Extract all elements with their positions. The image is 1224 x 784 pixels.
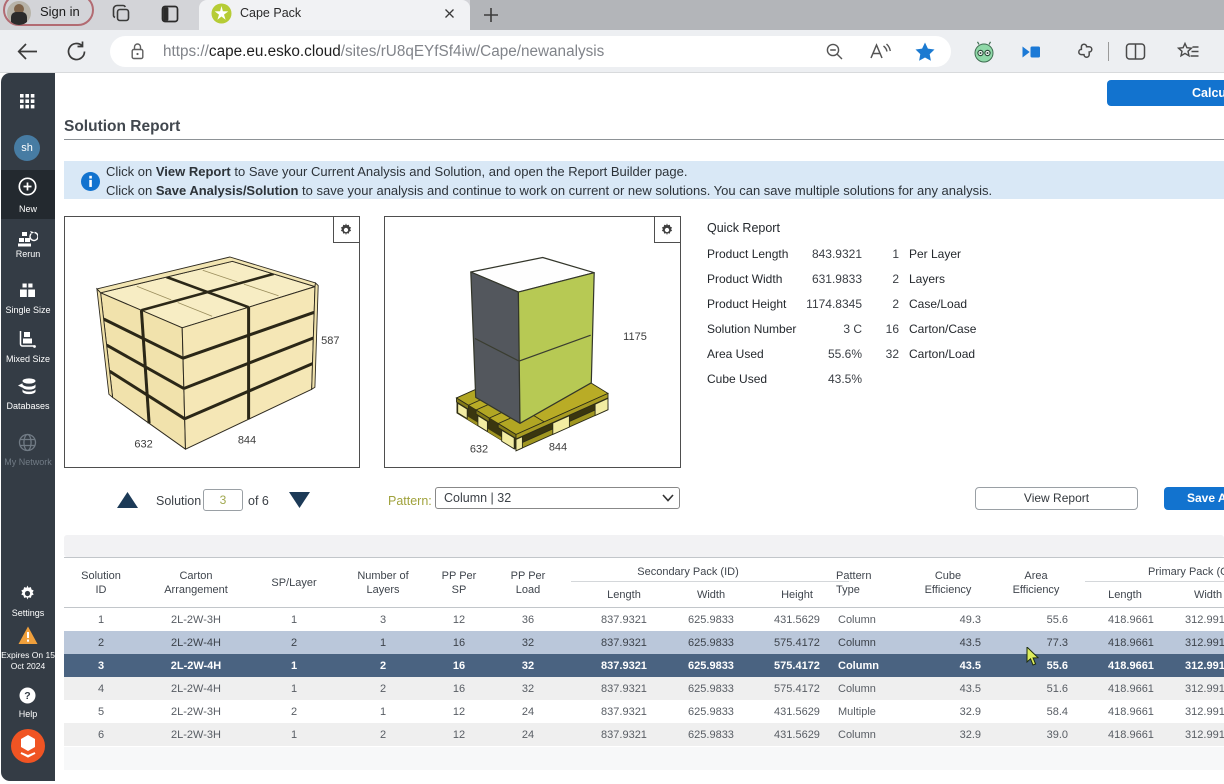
svg-text:844: 844	[238, 435, 256, 447]
svg-text:632: 632	[134, 439, 152, 451]
svg-text:632: 632	[470, 444, 488, 456]
svg-text:587: 587	[321, 335, 339, 347]
svg-text:844: 844	[549, 442, 567, 454]
svg-text:1175: 1175	[623, 331, 647, 343]
